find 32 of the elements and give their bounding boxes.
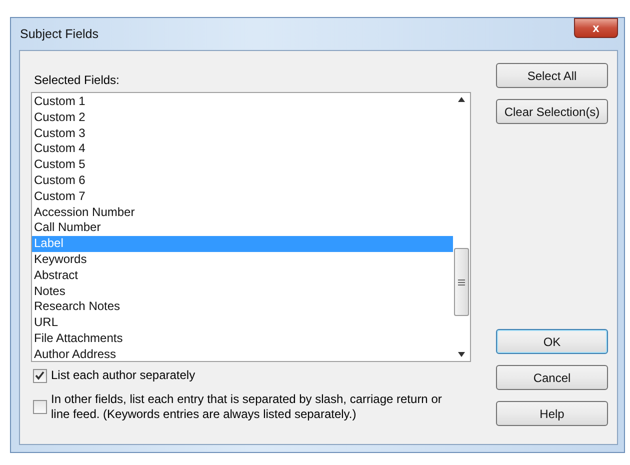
list-item[interactable]: URL [32,315,453,331]
list-item[interactable]: Custom 5 [32,157,453,173]
list-item[interactable]: Custom 3 [32,126,453,142]
list-item[interactable]: Call Number [32,220,453,236]
list-label: Selected Fields: [34,73,120,87]
checkbox[interactable] [33,368,47,382]
scroll-up-icon[interactable] [458,97,465,102]
list-item[interactable]: Keywords [32,252,453,268]
list-item[interactable]: Custom 1 [32,94,453,110]
dialog-button[interactable]: Select All [496,63,608,88]
dialog-button[interactable]: Cancel [496,365,608,390]
close-button[interactable]: x [574,18,618,38]
list-item[interactable]: Custom 4 [32,141,453,158]
list-item[interactable]: Abstract [32,268,453,284]
scroll-thumb[interactable] [454,248,469,316]
list-item[interactable]: Author Address [32,346,453,361]
list-item[interactable]: Accession Number [32,204,453,220]
list-item[interactable]: File Attachments [32,330,453,347]
scroll-down-icon[interactable] [458,352,465,357]
checkbox[interactable] [33,400,47,414]
grip-icon [458,278,465,286]
checkbox-label: In other fields, list each entry that is separated by slash, carriage return or line feed. (Keywords entries are always listed separately.) [51,392,443,422]
list-item[interactable]: Custom 6 [32,172,453,189]
dialog-button[interactable]: Clear Selection(s) [496,99,608,124]
list-item[interactable]: Custom 2 [32,110,453,126]
list-item[interactable]: Notes [32,284,453,300]
dialog-button[interactable]: Help [496,401,608,426]
window-title: Subject Fields [19,27,99,41]
list-item[interactable]: Custom 7 [32,188,453,205]
checkbox-label: List each author separately [51,368,196,383]
dialog-button[interactable]: OK [496,329,608,354]
list-item[interactable]: Research Notes [32,299,453,316]
